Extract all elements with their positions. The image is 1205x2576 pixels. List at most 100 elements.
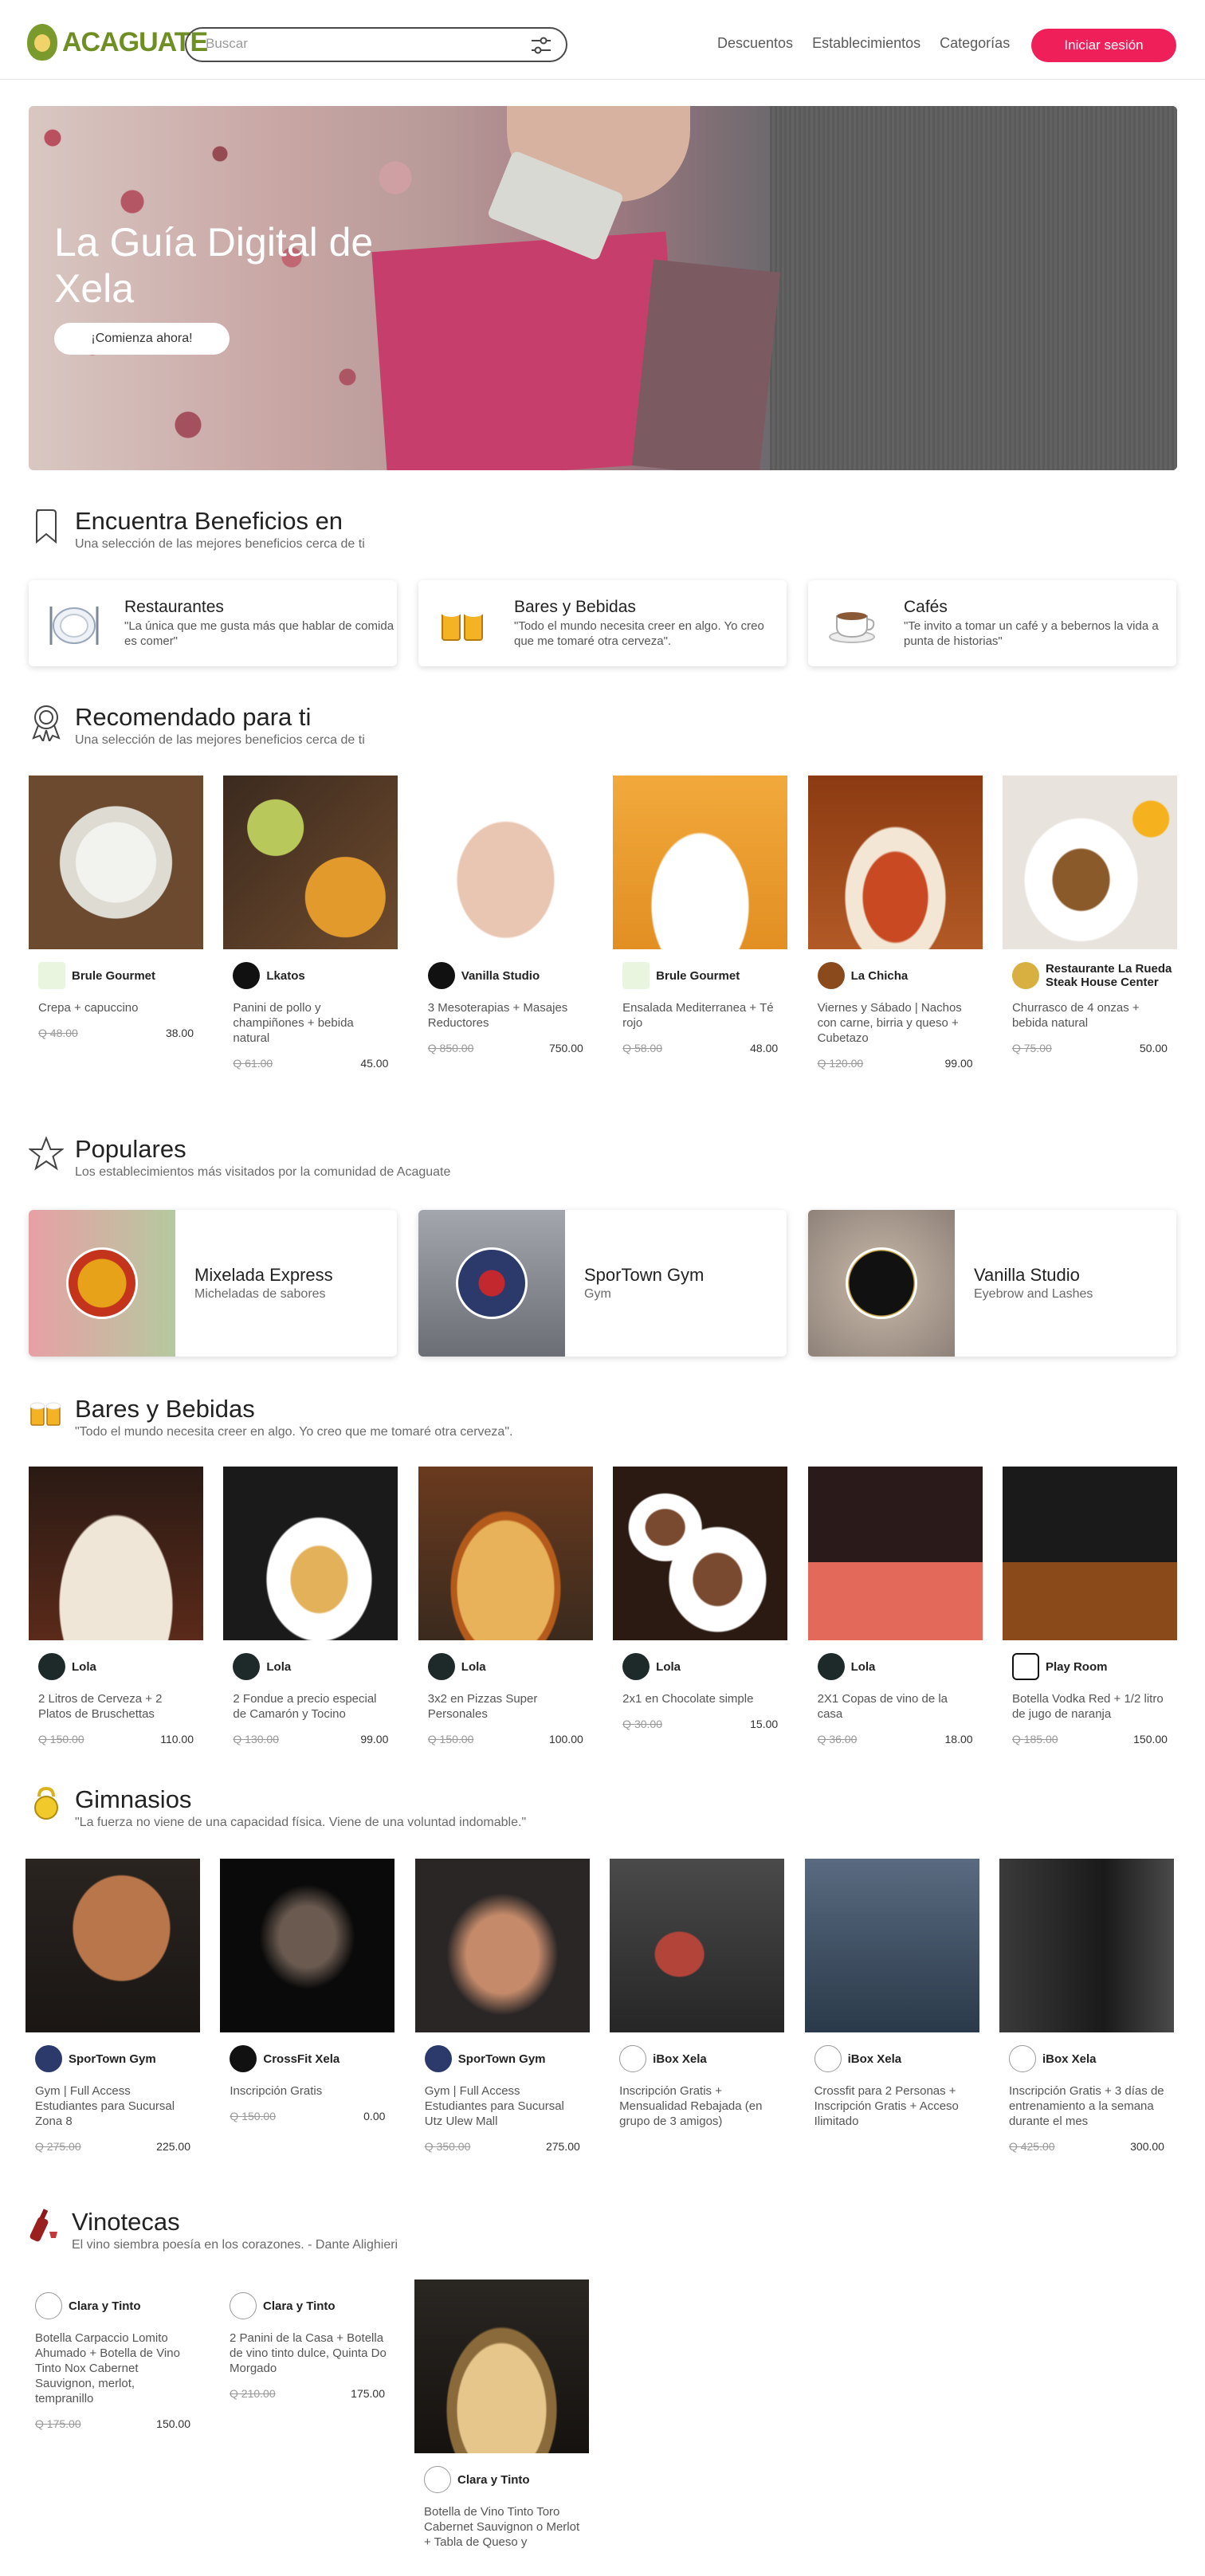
beer-mugs-icon [29,1402,61,1426]
section-title: Encuentra Beneficios en [75,507,343,535]
offer-card[interactable]: Restaurante La Rueda Steak House Center … [1002,776,1177,1070]
business-logo [814,2045,842,2072]
discount-price: 150.00 [1133,1733,1168,1745]
business-name: Clara y Tinto [457,2472,530,2487]
offer-card[interactable]: Lola 2 Fondue a precio especial de Camar… [223,1467,398,1745]
section-subtitle: El vino siembra poesía en los corazones.… [72,2238,398,2252]
offer-card[interactable]: Lkatos Panini de pollo y champiñones + b… [223,776,398,1070]
offer-card[interactable]: SporTown Gym Gym | Full Access Estudiant… [26,1859,200,2153]
filter-icon[interactable] [529,33,553,57]
nav-link-categorias[interactable]: Categorías [940,35,1010,52]
offer-card[interactable]: Clara y Tinto 2 Panini de la Casa + Bote… [220,2280,394,2400]
offer-description: 2x1 en Chocolate simple [622,1692,754,1706]
discount-price: 110.00 [160,1733,194,1745]
offer-card[interactable]: Lola 2 Litros de Cerveza + 2 Platos de B… [29,1467,203,1745]
discount-price: 150.00 [156,2417,190,2430]
business-name: Lola [850,1659,876,1674]
business-name: Lola [266,1659,292,1674]
search-input[interactable] [206,36,508,52]
brand-logo[interactable]: ACAGUATE [27,24,208,61]
discount-price: 38.00 [165,1027,194,1039]
business-name: iBox Xela [653,2052,707,2066]
business-name: iBox Xela [847,2052,902,2066]
offer-card[interactable]: Clara y Tinto Botella Carpaccio Lomito A… [26,2280,200,2430]
discount-price: 0.00 [363,2110,386,2122]
bookmark-icon [36,509,57,544]
offer-image [1002,776,1177,949]
offer-card[interactable]: iBox Xela Crossfit para 2 Personas + Ins… [804,1859,979,2153]
business-logo [427,962,455,989]
business-logo [230,2045,257,2072]
nav-link-descuentos[interactable]: Descuentos [717,35,793,52]
offer-card[interactable]: Lola 2x1 en Chocolate simple Q 30.00 15.0… [613,1467,788,1745]
award-ribbon-icon [32,705,61,741]
section-title: Bares y Bebidas [75,1395,255,1423]
original-price: Q 850.00 [427,1042,474,1054]
business-name: Vanilla Studio [461,968,540,983]
category-card-cafes[interactable]: Cafés "Te invito a tomar un café y a beb… [808,580,1176,666]
original-price: Q 210.00 [230,2387,276,2400]
original-price: Q 48.00 [38,1027,78,1039]
offer-image [29,776,203,949]
hero-background-image [770,106,1177,470]
popular-card[interactable]: Vanilla Studio Eyebrow and Lashes [808,1210,1176,1357]
original-price: Q 175.00 [35,2417,81,2430]
business-logo [622,1653,650,1680]
offer-image [223,776,398,949]
offer-card[interactable]: Clara y Tinto Botella de Vino Tinto Toro… [414,2280,589,2550]
discount-price: 50.00 [1139,1042,1168,1054]
offer-card[interactable]: La Chicha Viernes y Sábado | Nachos con … [807,776,983,1070]
establishment-logo [66,1247,138,1319]
establishment-cover [418,1210,565,1357]
top-navbar: ACAGUATE Descuentos Establecimientos Cat… [0,0,1205,80]
nav-link-establecimientos[interactable]: Establecimientos [812,35,920,52]
wine-section-header: Vinotecas El vino siembra poesía en los … [26,2208,398,2252]
category-card-restaurantes[interactable]: Restaurantes "La única que me gusta más … [29,580,397,666]
category-card-bares[interactable]: Bares y Bebidas "Todo el mundo necesita … [418,580,787,666]
establishment-cover [29,1210,175,1357]
popular-card[interactable]: SporTown Gym Gym [418,1210,787,1357]
offer-image [807,776,983,949]
category-name: Cafés [904,598,948,616]
hero-cta-button[interactable]: ¡Comienza ahora! [54,323,230,355]
discount-price: 45.00 [360,1057,389,1070]
business-name: iBox Xela [1042,2052,1097,2066]
offer-card[interactable]: iBox Xela Inscripción Gratis + 3 días de… [999,1859,1174,2153]
offer-card[interactable]: CrossFit Xela Inscripción Gratis Q 150.0… [220,1859,395,2153]
original-price: Q 275.00 [35,2140,81,2153]
offer-card[interactable]: Play Room Botella Vodka Red + 1/2 litro … [1002,1467,1177,1745]
establishment-name: Vanilla Studio [974,1265,1080,1285]
login-button[interactable]: Iniciar sesión [1031,29,1176,62]
offer-card[interactable]: Lola 2X1 Copas de vino de la casa Q 36.0… [807,1467,983,1745]
original-price: Q 130.00 [233,1733,279,1745]
offer-card[interactable]: SporTown Gym Gym | Full Access Estudiant… [414,1859,590,2153]
business-logo [233,1653,261,1680]
offer-description: Crepa + capuccino [38,1001,139,1015]
original-price: Q 30.00 [622,1718,662,1730]
offer-card[interactable]: iBox Xela Inscripción Gratis + Mensualid… [610,1859,785,2153]
popular-card[interactable]: Mixelada Express Micheladas de sabores [29,1210,397,1357]
discount-price: 48.00 [750,1042,779,1054]
offer-image [999,1859,1174,2032]
original-price: Q 61.00 [233,1057,273,1070]
offer-description: Ensalada Mediterranea + Té rojo [622,1001,774,1030]
category-name: Bares y Bebidas [514,598,636,616]
section-title: Vinotecas [72,2208,180,2236]
offer-card[interactable]: Brule Gourmet Crepa + capuccino Q 48.00 3… [29,776,203,1070]
discount-price: 225.00 [156,2140,190,2153]
discount-price: 99.00 [360,1733,389,1745]
business-logo [424,2045,452,2072]
discount-price: 99.00 [944,1057,973,1070]
offer-card[interactable]: Lola 3x2 en Pizzas Super Personales Q 15… [418,1467,593,1745]
offer-image [613,1467,788,1640]
business-logo [817,1653,845,1680]
offer-description: Botella de Vino Tinto Toro Cabernet Sauv… [424,2505,580,2549]
section-subtitle: Una selección de las mejores beneficios … [75,537,365,551]
search-bar [185,27,567,62]
offer-card[interactable]: Brule Gourmet Ensalada Mediterranea + Té… [613,776,788,1070]
offer-description: Crossfit para 2 Personas + Inscripción G… [814,2084,959,2128]
offer-card[interactable]: Vanilla Studio 3 Mesoterapias + Masajes … [418,776,593,1070]
offer-description: Gym | Full Access Estudiantes para Sucur… [35,2084,175,2128]
business-name: Clara y Tinto [263,2299,336,2313]
business-logo [424,2466,451,2493]
